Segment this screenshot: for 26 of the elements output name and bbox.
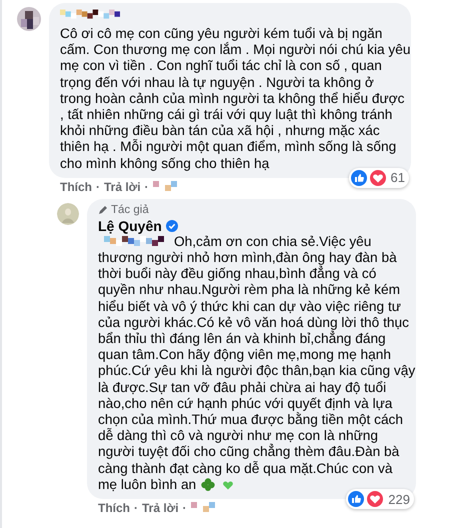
comment-text: Oh,cảm ơn con chia sẻ.Việc yêu bbox=[174, 234, 372, 250]
like-link[interactable]: Thích bbox=[98, 501, 130, 516]
pixelated-time-drawing bbox=[190, 502, 215, 514]
clover-icon bbox=[200, 476, 216, 493]
love-icon bbox=[370, 170, 386, 186]
separator: · bbox=[96, 180, 100, 194]
reply-link[interactable]: Trả lời bbox=[104, 180, 141, 194]
reply-link[interactable]: Trả lời bbox=[142, 501, 179, 516]
separator: · bbox=[182, 501, 187, 516]
pixelated-time-drawing bbox=[152, 180, 177, 193]
love-icon bbox=[367, 491, 384, 508]
comment-text: mẹ luôn bình an bbox=[98, 476, 196, 494]
reactions-badge[interactable]: 61 bbox=[348, 168, 409, 188]
avatar[interactable] bbox=[17, 7, 41, 31]
like-icon bbox=[348, 491, 364, 508]
pixelated-name-drawing bbox=[60, 9, 120, 21]
author-label: Tác giả bbox=[111, 204, 149, 216]
reaction-count: 229 bbox=[388, 492, 410, 507]
author-name[interactable]: Lệ Quyên bbox=[98, 218, 162, 234]
separator: · bbox=[144, 180, 149, 194]
separator: · bbox=[134, 501, 138, 516]
pen-icon bbox=[98, 204, 108, 215]
like-link[interactable]: Thích bbox=[60, 180, 92, 194]
reactions-badge[interactable]: 229 bbox=[346, 489, 414, 510]
reaction-count: 61 bbox=[390, 170, 405, 186]
like-icon bbox=[350, 170, 367, 186]
